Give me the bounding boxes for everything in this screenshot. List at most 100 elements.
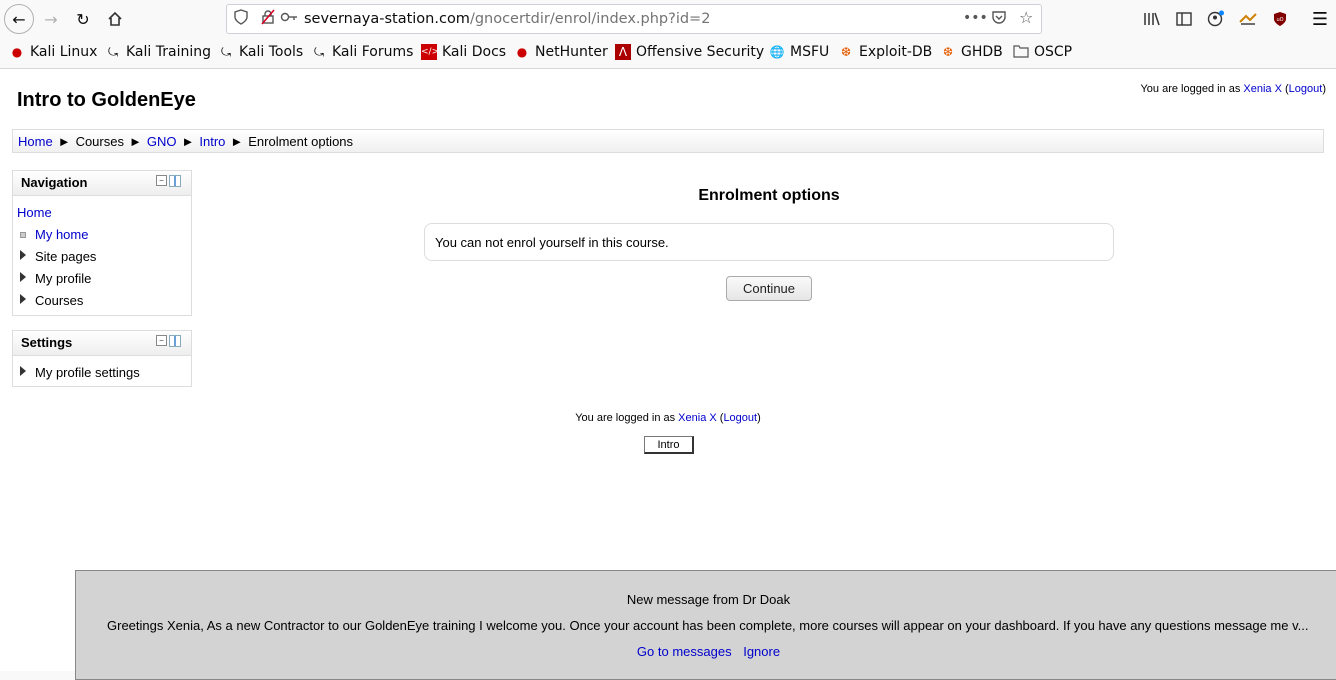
sidebar-icon[interactable] xyxy=(1170,5,1198,33)
navigation-block: Navigation − Home My home Site pages My … xyxy=(12,170,192,316)
bookmark-msfu[interactable]: 🌐 MSFU xyxy=(769,44,830,60)
logout-paren-close: ) xyxy=(757,412,761,424)
expand-arrow-icon[interactable] xyxy=(20,294,26,304)
bookmark-label: Kali Forums xyxy=(332,44,414,60)
login-prefix: You are logged in as xyxy=(1140,83,1244,95)
nav-my-home-link[interactable]: My home xyxy=(35,227,88,242)
bookmark-label: NetHunter xyxy=(535,44,608,60)
shield-icon[interactable] xyxy=(234,9,248,29)
kali-icon: ● xyxy=(516,45,528,59)
breadcrumb-current: Enrolment options xyxy=(248,134,354,149)
message-popup: New message from Dr Doak Greetings Xenia… xyxy=(75,570,1336,680)
dock-icon[interactable] xyxy=(169,335,181,347)
ignore-message-link[interactable]: Ignore xyxy=(743,644,780,659)
account-icon[interactable] xyxy=(1202,5,1230,33)
expand-arrow-icon[interactable] xyxy=(20,366,26,376)
bookmarks-toolbar: ● Kali Linux ⤿ Kali Training ⤿ Kali Tools ⤿… xyxy=(0,38,1336,69)
bookmark-label: Exploit-DB xyxy=(859,44,933,60)
globe-icon: 🌐 xyxy=(769,45,785,59)
bookmark-exploit-db[interactable]: ❆ Exploit-DB xyxy=(838,44,932,60)
library-icon[interactable] xyxy=(1138,5,1166,33)
footer-user-link[interactable]: Xenia X xyxy=(678,412,717,424)
url-host: severnaya-station.com xyxy=(304,11,470,27)
settings-block-header: Settings − xyxy=(13,331,191,356)
expand-arrow-icon[interactable] xyxy=(20,272,26,282)
intro-course-button[interactable]: Intro xyxy=(644,436,694,454)
back-arrow-icon[interactable]: ← xyxy=(4,4,34,34)
extension-icon[interactable] xyxy=(1234,5,1262,33)
kali-icon: ● xyxy=(11,45,23,59)
breadcrumb-gno[interactable]: GNO xyxy=(147,134,177,149)
bookmark-label: Offensive Security xyxy=(636,44,765,60)
footer-logout-link[interactable]: Logout xyxy=(723,412,757,424)
insecure-lock-icon[interactable] xyxy=(260,9,276,29)
dock-icon[interactable] xyxy=(169,175,181,187)
bookmark-kali-forums[interactable]: ⤿ Kali Forums xyxy=(311,44,413,60)
star-icon[interactable]: ☆ xyxy=(1019,8,1033,27)
bookmark-offensive-security[interactable]: Λ Offensive Security xyxy=(615,44,764,60)
go-to-messages-link[interactable]: Go to messages xyxy=(637,644,732,659)
bookmark-oscp[interactable]: OSCP xyxy=(1013,44,1072,60)
svg-text:uO: uO xyxy=(1276,17,1283,23)
page-actions-icon[interactable]: ••• xyxy=(963,10,988,26)
bookmark-kali-training[interactable]: ⤿ Kali Training xyxy=(105,44,211,60)
docs-icon: </> xyxy=(421,44,439,60)
nav-home-link[interactable]: Home xyxy=(17,205,52,220)
nav-my-profile[interactable]: My profile xyxy=(35,271,91,286)
breadcrumb-separator: ► xyxy=(230,134,244,149)
bookmark-label: Kali Tools xyxy=(239,44,304,60)
folder-icon xyxy=(1013,44,1029,60)
bookmark-label: OSCP xyxy=(1034,44,1073,60)
forward-arrow-icon[interactable]: → xyxy=(37,5,65,33)
reload-icon[interactable]: ↻ xyxy=(69,5,97,33)
expand-arrow-icon[interactable] xyxy=(20,250,26,260)
pocket-icon[interactable] xyxy=(991,9,1007,29)
home-icon[interactable] xyxy=(101,5,129,33)
settings-my-profile-settings[interactable]: My profile settings xyxy=(35,365,140,380)
footer-login-info: You are logged in as Xenia X (Logout) xyxy=(0,412,1336,424)
navigation-block-header: Navigation − xyxy=(13,171,191,196)
user-profile-link[interactable]: Xenia X xyxy=(1243,83,1282,95)
exploitdb-icon: ❆ xyxy=(942,45,954,59)
page-content: Intro to GoldenEye You are logged in as … xyxy=(0,69,1336,680)
breadcrumb-courses: Courses xyxy=(75,134,124,149)
kali-dragon-icon: ⤿ xyxy=(108,45,118,59)
bookmark-label: Kali Training xyxy=(126,44,211,60)
url-path: /gnocertdir/enrol/index.php?id=2 xyxy=(469,11,711,27)
nav-courses[interactable]: Courses xyxy=(35,293,83,308)
offsec-icon: Λ xyxy=(615,44,631,60)
settings-block: Settings − My profile settings xyxy=(12,330,192,387)
bookmark-label: Kali Docs xyxy=(442,44,507,60)
collapse-icon[interactable]: − xyxy=(156,175,167,186)
exploitdb-icon: ❆ xyxy=(840,45,852,59)
ublock-icon[interactable]: uO xyxy=(1266,5,1294,33)
nav-site-pages[interactable]: Site pages xyxy=(35,249,96,264)
page-title: Enrolment options xyxy=(698,187,840,204)
enrol-notice-box: You can not enrol yourself in this cours… xyxy=(424,223,1114,261)
continue-button[interactable]: Continue xyxy=(726,276,812,301)
url-bar[interactable]: severnaya-station.com/gnocertdir/enrol/i… xyxy=(226,4,1042,34)
bookmark-kali-linux[interactable]: ● Kali Linux xyxy=(9,44,98,60)
navigation-title: Navigation xyxy=(21,175,88,190)
breadcrumb-home[interactable]: Home xyxy=(18,134,53,149)
bookmark-kali-docs[interactable]: </> Kali Docs xyxy=(421,44,506,60)
bullet-icon xyxy=(20,232,26,238)
url-text[interactable]: severnaya-station.com/gnocertdir/enrol/i… xyxy=(304,11,710,27)
logout-link[interactable]: Logout xyxy=(1289,83,1323,95)
message-title: New message from Dr Doak xyxy=(626,592,791,607)
browser-toolbar: ← → ↻ severnaya-station.com/gnocertdir/e… xyxy=(0,0,1336,38)
bookmark-kali-tools[interactable]: ⤿ Kali Tools xyxy=(218,44,303,60)
logout-paren-close: ) xyxy=(1322,83,1326,95)
login-info: You are logged in as Xenia X (Logout) xyxy=(1140,83,1326,95)
bookmark-label: GHDB xyxy=(961,44,1003,60)
bookmark-nethunter[interactable]: ● NetHunter xyxy=(514,44,608,60)
collapse-icon[interactable]: − xyxy=(156,335,167,346)
logout-paren-open: ( xyxy=(1281,83,1289,95)
breadcrumb-separator: ► xyxy=(57,134,71,149)
kali-dragon-icon: ⤿ xyxy=(314,45,324,59)
bookmark-ghdb[interactable]: ❆ GHDB xyxy=(940,44,1003,60)
bookmark-label: MSFU xyxy=(790,44,830,60)
key-icon[interactable] xyxy=(280,9,298,29)
menu-icon[interactable]: ☰ xyxy=(1306,5,1334,33)
breadcrumb-intro[interactable]: Intro xyxy=(199,134,225,149)
